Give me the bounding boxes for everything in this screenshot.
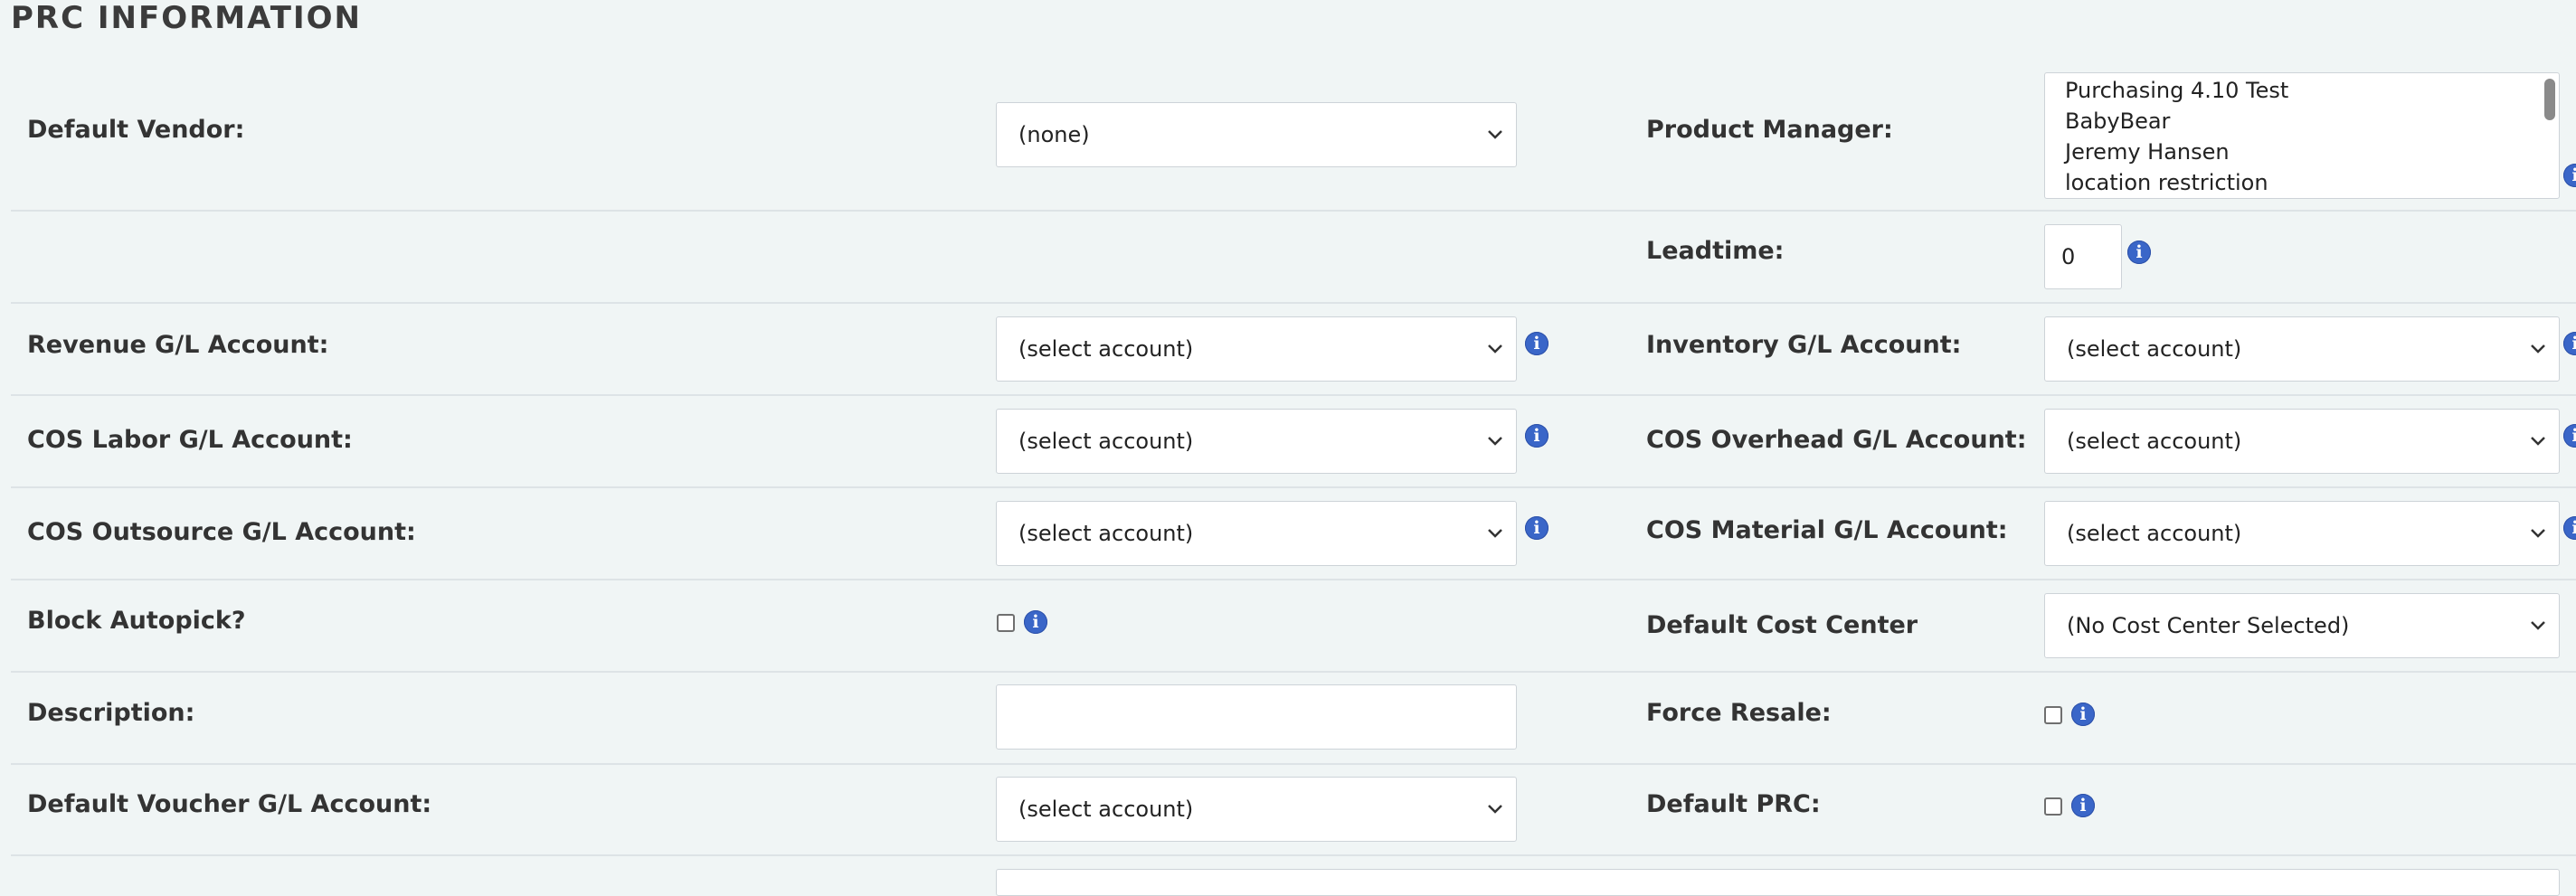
info-icon[interactable]: i [2127, 241, 2151, 264]
product-manager-option[interactable]: location restriction [2045, 167, 2559, 198]
cos-outsource-gl-label: COS Outsource G/L Account: [27, 518, 416, 546]
next-row-field[interactable] [996, 869, 2560, 896]
info-icon[interactable]: i [2563, 516, 2576, 540]
revenue-gl-value: (select account) [1018, 336, 1194, 362]
cos-outsource-gl-value: (select account) [1018, 521, 1194, 546]
chevron-down-icon [1488, 437, 1502, 446]
product-manager-option[interactable]: Jeremy Hansen [2045, 137, 2559, 167]
row-divider [11, 579, 2576, 580]
cos-labor-gl-value: (select account) [1018, 429, 1194, 454]
cos-overhead-gl-select[interactable]: (select account) [2044, 409, 2560, 474]
default-cost-center-value: (No Cost Center Selected) [2067, 613, 2350, 638]
default-vendor-value: (none) [1018, 122, 1090, 147]
cos-material-gl-select[interactable]: (select account) [2044, 501, 2560, 566]
description-input[interactable] [996, 684, 1517, 750]
chevron-down-icon [2531, 437, 2545, 446]
leadtime-value: 0 [2061, 244, 2076, 269]
row-divider [11, 763, 2576, 765]
row-divider [11, 210, 2576, 212]
revenue-gl-label: Revenue G/L Account: [27, 331, 329, 359]
default-vendor-label: Default Vendor: [27, 116, 245, 144]
default-prc-label: Default PRC: [1646, 790, 1821, 818]
cos-overhead-gl-value: (select account) [2067, 429, 2242, 454]
cos-labor-gl-label: COS Labor G/L Account: [27, 426, 353, 454]
row-divider [11, 302, 2576, 304]
listbox-scrollbar[interactable] [2544, 79, 2555, 120]
description-label: Description: [27, 699, 195, 727]
default-voucher-gl-label: Default Voucher G/L Account: [27, 790, 432, 818]
leadtime-label: Leadtime: [1646, 237, 1785, 265]
default-voucher-gl-select[interactable]: (select account) [996, 777, 1517, 842]
cos-outsource-gl-select[interactable]: (select account) [996, 501, 1517, 566]
chevron-down-icon [1488, 529, 1502, 538]
default-cost-center-label: Default Cost Center [1646, 611, 1918, 639]
default-cost-center-select[interactable]: (No Cost Center Selected) [2044, 593, 2560, 658]
inventory-gl-select[interactable]: (select account) [2044, 316, 2560, 382]
chevron-down-icon [2531, 529, 2545, 538]
info-icon[interactable]: i [2563, 424, 2576, 448]
row-divider [11, 486, 2576, 488]
chevron-down-icon [1488, 805, 1502, 814]
cos-material-gl-label: COS Material G/L Account: [1646, 516, 2008, 544]
inventory-gl-value: (select account) [2067, 336, 2242, 362]
product-manager-option[interactable]: Purchasing 4.10 Test [2045, 75, 2559, 106]
info-icon[interactable]: i [1024, 610, 1047, 634]
chevron-down-icon [1488, 130, 1502, 139]
product-manager-listbox[interactable]: Purchasing 4.10 Test BabyBear Jeremy Han… [2044, 72, 2560, 199]
revenue-gl-select[interactable]: (select account) [996, 316, 1517, 382]
inventory-gl-label: Inventory G/L Account: [1646, 331, 1962, 359]
info-icon[interactable]: i [2071, 703, 2095, 726]
product-manager-option[interactable]: BabyBear [2045, 106, 2559, 137]
section-title: PRC INFORMATION [11, 0, 363, 36]
row-divider [11, 854, 2576, 856]
chevron-down-icon [2531, 621, 2545, 630]
info-icon[interactable]: i [2563, 332, 2576, 355]
default-prc-checkbox[interactable] [2044, 797, 2062, 816]
product-manager-label: Product Manager: [1646, 116, 1893, 144]
info-icon[interactable]: i [2071, 794, 2095, 817]
cos-labor-gl-select[interactable]: (select account) [996, 409, 1517, 474]
force-resale-checkbox[interactable] [2044, 706, 2062, 724]
info-icon[interactable]: i [1525, 332, 1548, 355]
block-autopick-label: Block Autopick? [27, 607, 246, 635]
leadtime-input[interactable]: 0 [2044, 224, 2122, 289]
info-icon[interactable]: i [2563, 164, 2576, 187]
default-voucher-gl-value: (select account) [1018, 797, 1194, 822]
info-icon[interactable]: i [1525, 424, 1548, 448]
chevron-down-icon [2531, 344, 2545, 354]
row-divider [11, 671, 2576, 673]
force-resale-label: Force Resale: [1646, 699, 1832, 727]
info-icon[interactable]: i [1525, 516, 1548, 540]
default-vendor-select[interactable]: (none) [996, 102, 1517, 167]
cos-material-gl-value: (select account) [2067, 521, 2242, 546]
cos-overhead-gl-label: COS Overhead G/L Account: [1646, 426, 2027, 454]
block-autopick-checkbox[interactable] [997, 614, 1015, 632]
chevron-down-icon [1488, 344, 1502, 354]
row-divider [11, 394, 2576, 396]
